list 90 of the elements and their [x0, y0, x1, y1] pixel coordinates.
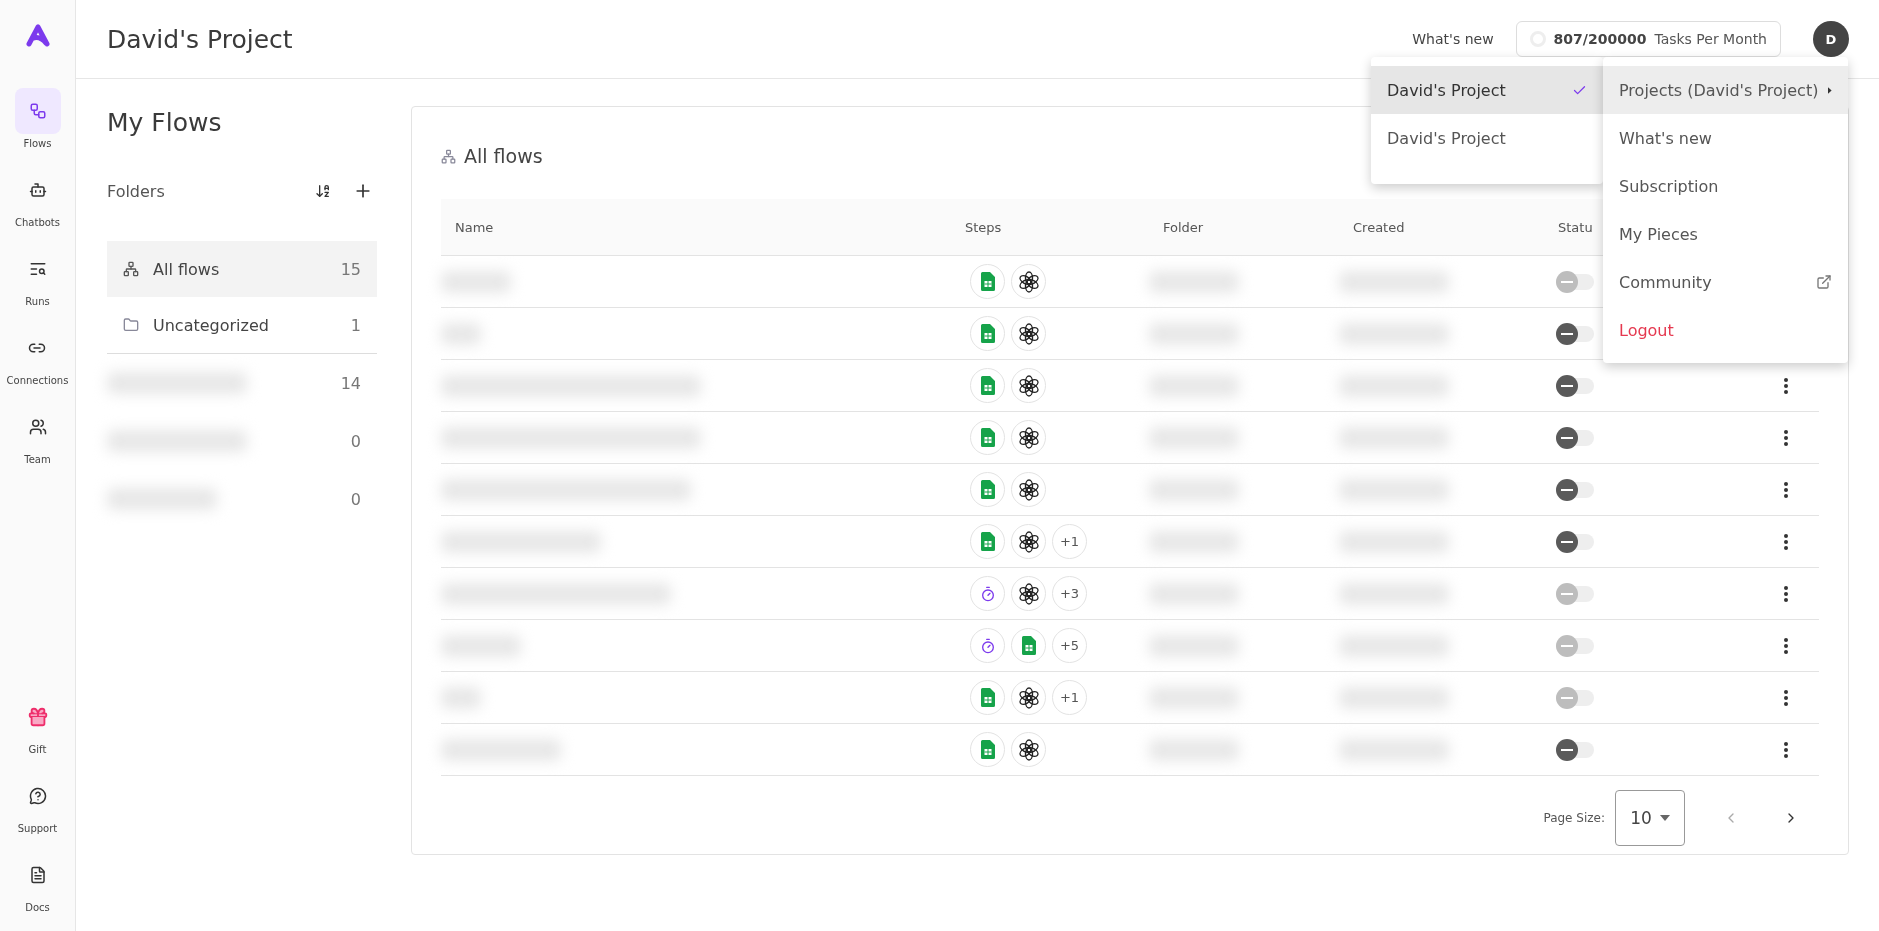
status-toggle[interactable]	[1556, 322, 1594, 345]
flow-icon	[28, 102, 47, 120]
user-menu-item[interactable]: What's new	[1603, 114, 1848, 162]
folder-count: 0	[350, 489, 361, 509]
kebab-icon	[1783, 429, 1788, 446]
nav-label: Gift	[28, 744, 47, 755]
status-toggle[interactable]	[1556, 426, 1594, 449]
folder-item[interactable]: Uncategorized 1	[107, 297, 377, 353]
submenu-arrow-icon	[1828, 85, 1832, 95]
folder-count: 0	[350, 431, 361, 451]
knot-icon	[1017, 738, 1040, 761]
tasks-count: 807/200000	[1553, 31, 1647, 47]
spreadsheet-icon	[980, 740, 995, 759]
column-header: Statu	[1557, 219, 1593, 235]
card-title: All flows	[464, 145, 543, 167]
help-icon	[28, 787, 47, 805]
spreadsheet-icon	[980, 688, 995, 707]
nav-label: Docs	[25, 902, 50, 913]
list-search-icon	[28, 260, 47, 278]
page-size-label: Page Size:	[1543, 811, 1605, 825]
caret-icon	[1659, 815, 1670, 821]
status-toggle[interactable]	[1556, 738, 1594, 761]
user-menu-item[interactable]: My Pieces	[1603, 210, 1848, 258]
user-menu-item[interactable]: Community	[1603, 258, 1848, 306]
kebab-icon	[1783, 637, 1788, 654]
column-header: Folder	[1162, 219, 1204, 235]
knot-icon	[1017, 686, 1040, 709]
kebab-icon	[1783, 533, 1788, 550]
status-toggle[interactable]	[1556, 530, 1594, 553]
folder-count: 14	[340, 373, 361, 393]
folder-item[interactable]: All flows 15	[107, 241, 377, 297]
people-icon	[28, 418, 47, 436]
knot-icon	[1017, 374, 1040, 397]
status-toggle[interactable]	[1556, 478, 1594, 501]
gift-icon	[26, 706, 49, 728]
folder-label: All flows	[153, 259, 221, 279]
knot-icon	[1017, 582, 1040, 605]
spreadsheet-icon	[1021, 636, 1036, 655]
timer-icon	[979, 637, 996, 654]
nav-label: Support	[17, 823, 58, 834]
knot-icon	[1017, 478, 1040, 501]
user-avatar[interactable]: D	[1813, 21, 1849, 57]
spreadsheet-icon	[980, 480, 995, 499]
spreadsheet-icon	[980, 532, 995, 551]
project-title: David's Project	[107, 24, 294, 54]
kebab-icon	[1783, 689, 1788, 706]
folder-count: 1	[350, 315, 361, 335]
knot-icon	[1017, 530, 1040, 553]
nav-button[interactable]	[14, 88, 61, 134]
sort-az-icon	[315, 183, 331, 199]
column-header: Steps	[964, 219, 1002, 235]
column-header: Created	[1352, 219, 1405, 235]
kebab-icon	[1783, 377, 1788, 394]
logo-icon[interactable]	[24, 24, 51, 48]
folder-label: Uncategorized	[153, 315, 270, 335]
status-toggle[interactable]	[1556, 374, 1594, 397]
spreadsheet-icon	[980, 272, 995, 291]
flow-icon	[123, 261, 139, 277]
flow-icon	[441, 148, 456, 164]
spreadsheet-icon	[980, 324, 995, 343]
kebab-icon	[1783, 481, 1788, 498]
folders-title: Folders	[107, 181, 166, 201]
user-menu-item[interactable]: Subscription	[1603, 162, 1848, 210]
folder-count: 15	[340, 259, 361, 279]
knot-icon	[1017, 426, 1040, 449]
whats-new-link[interactable]: What's new	[1412, 31, 1494, 47]
nav-label: Runs	[25, 296, 50, 307]
nav-label: Connections	[6, 375, 69, 386]
bot-icon	[28, 181, 47, 199]
tasks-label: Tasks Per Month	[1654, 31, 1767, 47]
user-menu-item[interactable]: Logout	[1603, 306, 1848, 354]
spreadsheet-icon	[980, 428, 995, 447]
nav-label: Flows	[23, 138, 52, 149]
knot-icon	[1017, 322, 1040, 345]
knot-icon	[1017, 270, 1040, 293]
nav-label: Chatbots	[15, 217, 60, 228]
kebab-icon	[1783, 741, 1788, 758]
nav-label: Team	[24, 454, 51, 465]
project-menu-item[interactable]: David's Project	[1371, 66, 1603, 114]
column-header: Name	[454, 219, 494, 235]
spreadsheet-icon	[980, 376, 995, 395]
document-icon	[28, 866, 47, 884]
timer-icon	[979, 585, 996, 602]
project-menu-item[interactable]: David's Project	[1371, 114, 1603, 162]
folder-icon	[123, 317, 139, 333]
kebab-icon	[1783, 585, 1788, 602]
external-link-icon	[1816, 274, 1832, 290]
page-title: My Flows	[107, 108, 223, 137]
page-size-select[interactable]: 10	[1615, 790, 1685, 846]
user-menu-item[interactable]: Projects (David's Project)	[1603, 66, 1848, 114]
